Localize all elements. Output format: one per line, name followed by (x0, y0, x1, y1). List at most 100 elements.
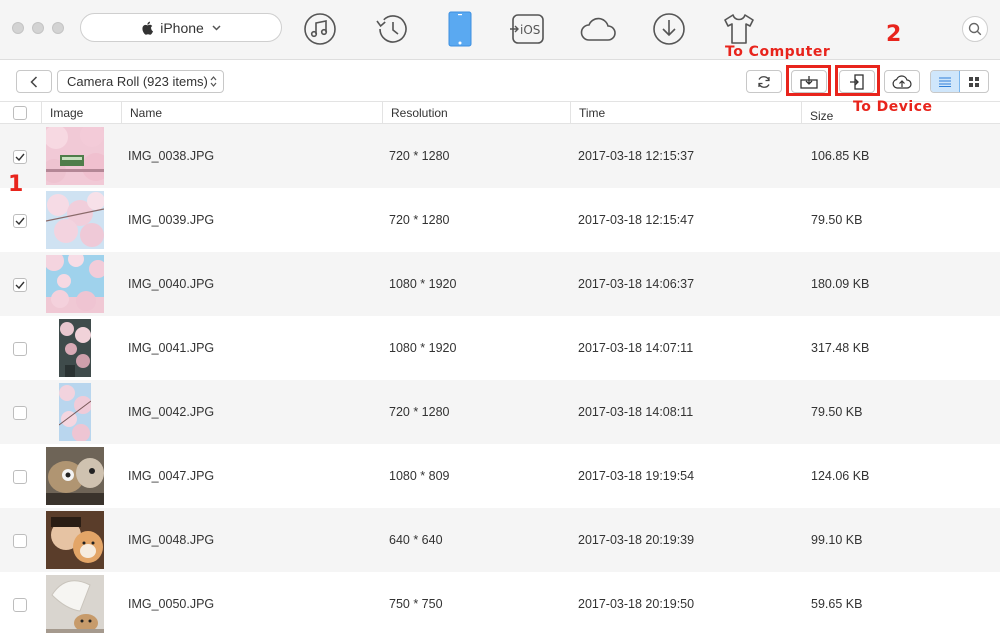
updown-chevron-icon (210, 76, 217, 87)
album-selector[interactable]: Camera Roll (923 items) (57, 70, 224, 93)
table-row[interactable]: IMG_0050.JPG 750 * 750 2017-03-18 20:19:50… (0, 572, 1000, 635)
resolution: 720 * 1280 (389, 213, 450, 227)
cloud-upload-icon (892, 74, 912, 89)
file-size: 99.10 KB (811, 533, 863, 547)
photo-list: IMG_0038.JPG 720 * 1280 2017-03-18 12:15:3… (0, 124, 1000, 635)
row-checkbox[interactable] (13, 278, 27, 292)
resolution: 720 * 1280 (389, 149, 450, 163)
phone-icon (448, 11, 472, 47)
photo-thumbnail[interactable] (46, 511, 104, 569)
row-checkbox[interactable] (13, 534, 27, 548)
row-checkbox[interactable] (13, 598, 27, 612)
row-checkbox[interactable] (13, 214, 27, 228)
to-computer-annotation: To Computer (725, 44, 831, 60)
photo-thumbnail[interactable] (46, 191, 104, 249)
file-name: IMG_0041.JPG (128, 341, 215, 355)
minimize-window-button[interactable] (32, 22, 44, 34)
photo-thumbnail[interactable] (59, 319, 91, 377)
close-window-button[interactable] (12, 22, 24, 34)
column-header-time[interactable]: Time (570, 102, 801, 124)
device-name: iPhone (160, 19, 204, 36)
row-checkbox[interactable] (13, 406, 27, 420)
file-name: IMG_0039.JPG (128, 213, 215, 227)
file-name: IMG_0042.JPG (128, 405, 215, 419)
table-row[interactable]: IMG_0039.JPG 720 * 1280 2017-03-18 12:15:4… (0, 188, 1000, 252)
file-name: IMG_0050.JPG (128, 597, 215, 611)
resolution: 720 * 1280 (389, 405, 450, 419)
resolution: 1080 * 809 (389, 469, 450, 483)
nav-tools-button[interactable] (719, 9, 759, 49)
photo-thumbnail[interactable] (46, 127, 104, 185)
table-header: Image Name Resolution Time Size (0, 101, 1000, 124)
resolution: 640 * 640 (389, 533, 443, 547)
refresh-button[interactable] (746, 70, 782, 93)
photo-thumbnail[interactable] (46, 447, 104, 505)
table-row[interactable]: IMG_0048.JPG 640 * 640 2017-03-18 20:19:39… (0, 508, 1000, 572)
to-device-highlight (835, 65, 880, 96)
nav-downloader-button[interactable] (649, 9, 689, 49)
file-name: IMG_0048.JPG (128, 533, 215, 547)
music-icon (304, 13, 336, 45)
table-row[interactable]: IMG_0047.JPG 1080 * 809 2017-03-18 19:19:5… (0, 444, 1000, 508)
nav-icloud-button[interactable] (578, 9, 618, 49)
search-button[interactable] (962, 16, 988, 42)
file-size: 124.06 KB (811, 469, 870, 483)
refresh-icon (758, 75, 770, 88)
file-size: 59.65 KB (811, 597, 863, 611)
search-icon (968, 22, 982, 36)
row-checkbox[interactable] (13, 470, 27, 484)
nav-music-button[interactable] (300, 9, 340, 49)
file-size: 106.85 KB (811, 149, 870, 163)
file-size: 79.50 KB (811, 405, 863, 419)
nav-ios-mover-button[interactable]: iOS (508, 9, 548, 49)
svg-text:iOS: iOS (520, 23, 540, 37)
file-size: 317.48 KB (811, 341, 870, 355)
tshirt-icon (724, 14, 754, 44)
column-header-image[interactable]: Image (41, 102, 121, 124)
maximize-window-button[interactable] (52, 22, 64, 34)
view-mode-toggle (930, 70, 989, 93)
cloud-icon (580, 17, 616, 41)
checkmark-icon (15, 217, 25, 225)
resolution: 750 * 750 (389, 597, 443, 611)
select-all-checkbox[interactable] (13, 106, 27, 120)
resolution: 1080 * 1920 (389, 341, 457, 355)
upload-icloud-button[interactable] (884, 70, 920, 93)
row-checkbox[interactable] (13, 342, 27, 356)
table-row[interactable]: IMG_0041.JPG 1080 * 1920 2017-03-18 14:07:… (0, 316, 1000, 380)
grid-view-button[interactable] (960, 71, 988, 92)
column-header-resolution[interactable]: Resolution (382, 102, 570, 124)
timestamp: 2017-03-18 20:19:50 (578, 597, 695, 611)
photo-thumbnail[interactable] (59, 383, 91, 441)
nav-device-button[interactable] (440, 9, 480, 49)
download-icon (653, 13, 685, 45)
row-checkbox[interactable] (13, 150, 27, 164)
file-size: 180.09 KB (811, 277, 870, 291)
top-toolbar: iPhone iOS (0, 0, 1000, 60)
table-row[interactable]: IMG_0038.JPG 720 * 1280 2017-03-18 12:15:3… (0, 124, 1000, 188)
timestamp: 2017-03-18 14:06:37 (578, 277, 695, 291)
nav-history-button[interactable] (371, 9, 411, 49)
photo-thumbnail[interactable] (46, 575, 104, 633)
timestamp: 2017-03-18 14:08:11 (578, 405, 694, 419)
timestamp: 2017-03-18 19:19:54 (578, 469, 695, 483)
list-view-button[interactable] (931, 71, 960, 92)
timestamp: 2017-03-18 20:19:39 (578, 533, 695, 547)
checkmark-icon (15, 281, 25, 289)
table-row[interactable]: IMG_0042.JPG 720 * 1280 2017-03-18 14:08:1… (0, 380, 1000, 444)
table-row[interactable]: IMG_0040.JPG 1080 * 1920 2017-03-18 14:06:… (0, 252, 1000, 316)
photo-thumbnail[interactable] (46, 255, 104, 313)
ios-transfer-icon: iOS (510, 14, 544, 44)
file-name: IMG_0047.JPG (128, 469, 215, 483)
column-header-name[interactable]: Name (121, 102, 382, 124)
app-window: iPhone iOS Camera Roll (923 items) Image… (0, 0, 1000, 635)
resolution: 1080 * 1920 (389, 277, 457, 291)
device-selector[interactable]: iPhone (80, 13, 282, 42)
file-name: IMG_0038.JPG (128, 149, 215, 163)
back-button[interactable] (16, 70, 52, 93)
file-size: 79.50 KB (811, 213, 863, 227)
step-2-annotation: 2 (886, 22, 902, 47)
album-label: Camera Roll (923 items) (67, 74, 208, 89)
timestamp: 2017-03-18 14:07:11 (578, 341, 694, 355)
apple-icon (142, 21, 154, 35)
